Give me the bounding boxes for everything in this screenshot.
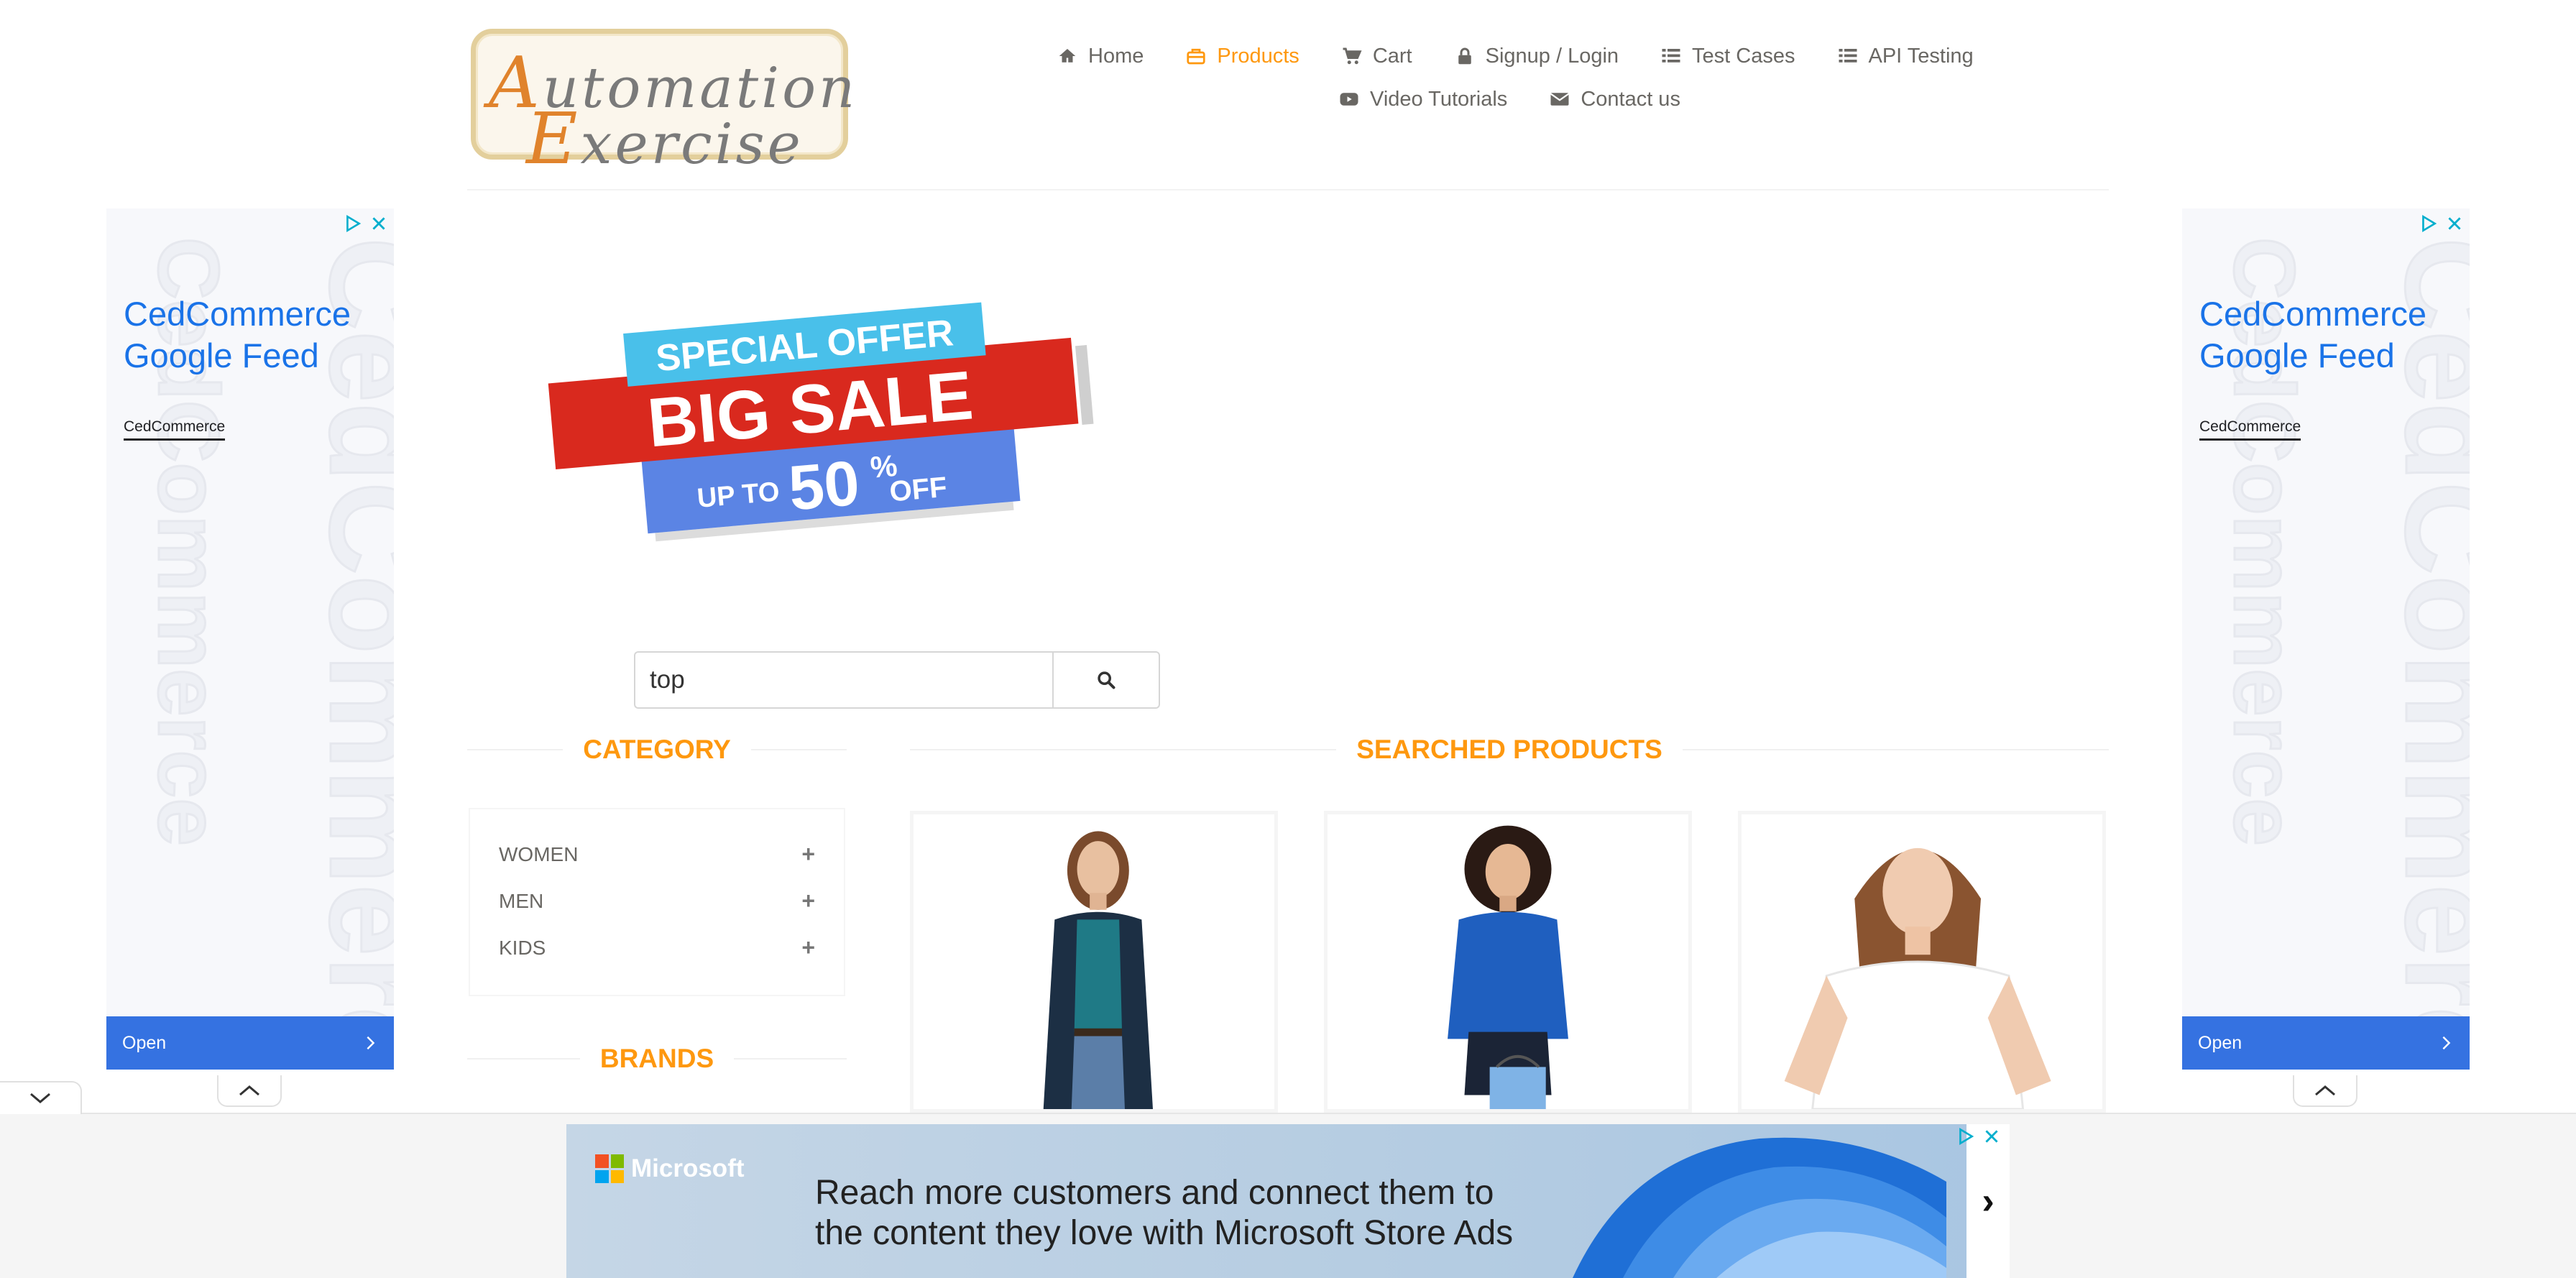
ad-brand-name: Microsoft: [631, 1154, 745, 1182]
category-label: WOMEN: [499, 842, 579, 865]
plus-icon[interactable]: +: [801, 934, 815, 961]
ad-open-button[interactable]: Open: [2182, 1016, 2470, 1070]
adchoices-icon[interactable]: [2419, 214, 2438, 233]
close-icon[interactable]: [369, 214, 388, 233]
main-nav-row-1: Home Products Cart Signup / Login Test C…: [1057, 42, 2015, 70]
adchoices-icon[interactable]: [344, 214, 362, 233]
chevron-down-icon: [30, 1093, 50, 1103]
searched-products-title-text: SEARCHED PRODUCTS: [1356, 735, 1662, 764]
brands-title: BRANDS: [467, 1044, 847, 1074]
site-logo[interactable]: Automation Exercise: [471, 29, 855, 180]
banner-off-text: OFF: [888, 472, 949, 508]
plus-icon[interactable]: +: [801, 888, 815, 914]
chevron-right-icon: [2442, 1036, 2451, 1050]
banner-fifty-text: 50: [786, 447, 862, 524]
list-icon: [1660, 45, 1682, 67]
nav-video-tutorials-label: Video Tutorials: [1370, 87, 1508, 111]
side-ad-left[interactable]: CedCommerce CedCommerce CedCommerce Goog…: [106, 208, 394, 1070]
searched-products-title: SEARCHED PRODUCTS: [910, 735, 2110, 765]
ad-open-label: Open: [122, 1032, 167, 1053]
ad-open-button[interactable]: Open: [106, 1016, 394, 1070]
search-button[interactable]: [1052, 651, 1160, 709]
category-label: KIDS: [499, 936, 546, 959]
main-nav-row-2: Video Tutorials Contact us: [1338, 85, 1722, 114]
chevron-up-icon: [239, 1085, 259, 1096]
brands-title-text: BRANDS: [599, 1044, 714, 1073]
nav-home-label: Home: [1088, 44, 1144, 68]
list-icon: [1837, 45, 1859, 67]
nav-api-testing[interactable]: API Testing: [1837, 42, 1974, 70]
ad-background-art: [1573, 1137, 1946, 1278]
adchoices-icon[interactable]: [1956, 1127, 1975, 1146]
side-ad-collapse-tab[interactable]: [2293, 1075, 2358, 1107]
nav-contact-us-label: Contact us: [1581, 87, 1680, 111]
product-image: [1742, 814, 2102, 1109]
product-card[interactable]: [910, 811, 1278, 1113]
ad-open-label: Open: [2198, 1032, 2242, 1053]
header-divider: [467, 189, 2109, 190]
nav-test-cases[interactable]: Test Cases: [1660, 42, 1795, 70]
product-search: [634, 651, 1160, 709]
ad-brand: Microsoft: [595, 1154, 745, 1183]
logo-line-2: Exercise: [526, 98, 804, 180]
nav-cart-label: Cart: [1372, 44, 1412, 68]
category-panel: WOMEN + MEN + KIDS +: [469, 808, 845, 996]
sale-banner: SPECIAL OFFER BIG SALE UP TO 50 % OFF: [548, 302, 1094, 542]
ad-advertiser[interactable]: CedCommerce: [2199, 418, 2301, 441]
search-input[interactable]: [634, 651, 1052, 709]
youtube-icon: [1338, 88, 1360, 110]
ad-headline[interactable]: CedCommerce Google Feed: [2199, 293, 2458, 377]
anchor-ad-collapse-tab[interactable]: [0, 1081, 82, 1114]
nav-video-tutorials[interactable]: Video Tutorials: [1338, 85, 1507, 114]
category-title: CATEGORY: [467, 735, 847, 765]
nav-products-label: Products: [1217, 44, 1300, 68]
category-title-text: CATEGORY: [583, 735, 731, 764]
close-icon[interactable]: [1982, 1127, 2001, 1146]
nav-api-testing-label: API Testing: [1868, 44, 1974, 68]
product-card[interactable]: [1324, 811, 1692, 1113]
side-ad-right[interactable]: CedCommerce CedCommerce CedCommerce Goog…: [2182, 208, 2470, 1070]
products-icon: [1185, 45, 1207, 67]
nav-products[interactable]: Products: [1185, 42, 1300, 70]
ad-choices: [1956, 1127, 2001, 1146]
ad-copy[interactable]: Reach more customers and connect them to…: [815, 1173, 1534, 1254]
product-card[interactable]: [1738, 811, 2106, 1113]
ad-choices: [2419, 214, 2464, 233]
nav-contact-us[interactable]: Contact us: [1549, 85, 1680, 114]
nav-signup-login-label: Signup / Login: [1485, 44, 1619, 68]
category-item-men[interactable]: MEN +: [499, 878, 815, 924]
product-image: [1328, 814, 1688, 1109]
nav-test-cases-label: Test Cases: [1692, 44, 1795, 68]
ad-advertiser[interactable]: CedCommerce: [124, 418, 226, 441]
home-icon: [1057, 45, 1078, 67]
nav-signup-login[interactable]: Signup / Login: [1454, 42, 1619, 70]
category-item-women[interactable]: WOMEN +: [499, 831, 815, 878]
microsoft-logo-icon: [595, 1154, 624, 1183]
anchor-ad[interactable]: Microsoft Reach more customers and conne…: [566, 1124, 2010, 1278]
category-label: MEN: [499, 889, 544, 912]
side-ad-collapse-tab[interactable]: [217, 1075, 282, 1107]
ad-headline[interactable]: CedCommerce Google Feed: [124, 293, 382, 377]
nav-cart[interactable]: Cart: [1341, 42, 1412, 70]
search-icon: [1098, 671, 1116, 689]
nav-home[interactable]: Home: [1057, 42, 1144, 70]
product-image: [914, 814, 1274, 1109]
lock-icon: [1454, 45, 1476, 67]
chevron-up-icon: [2315, 1085, 2335, 1096]
close-icon[interactable]: [2445, 214, 2464, 233]
ad-choices: [344, 214, 388, 233]
envelope-icon: [1549, 88, 1570, 110]
cart-icon: [1341, 45, 1363, 67]
category-item-kids[interactable]: KIDS +: [499, 924, 815, 971]
ad-next-arrow[interactable]: ›: [1966, 1124, 2010, 1278]
plus-icon[interactable]: +: [801, 841, 815, 868]
chevron-right-icon: [367, 1036, 375, 1050]
